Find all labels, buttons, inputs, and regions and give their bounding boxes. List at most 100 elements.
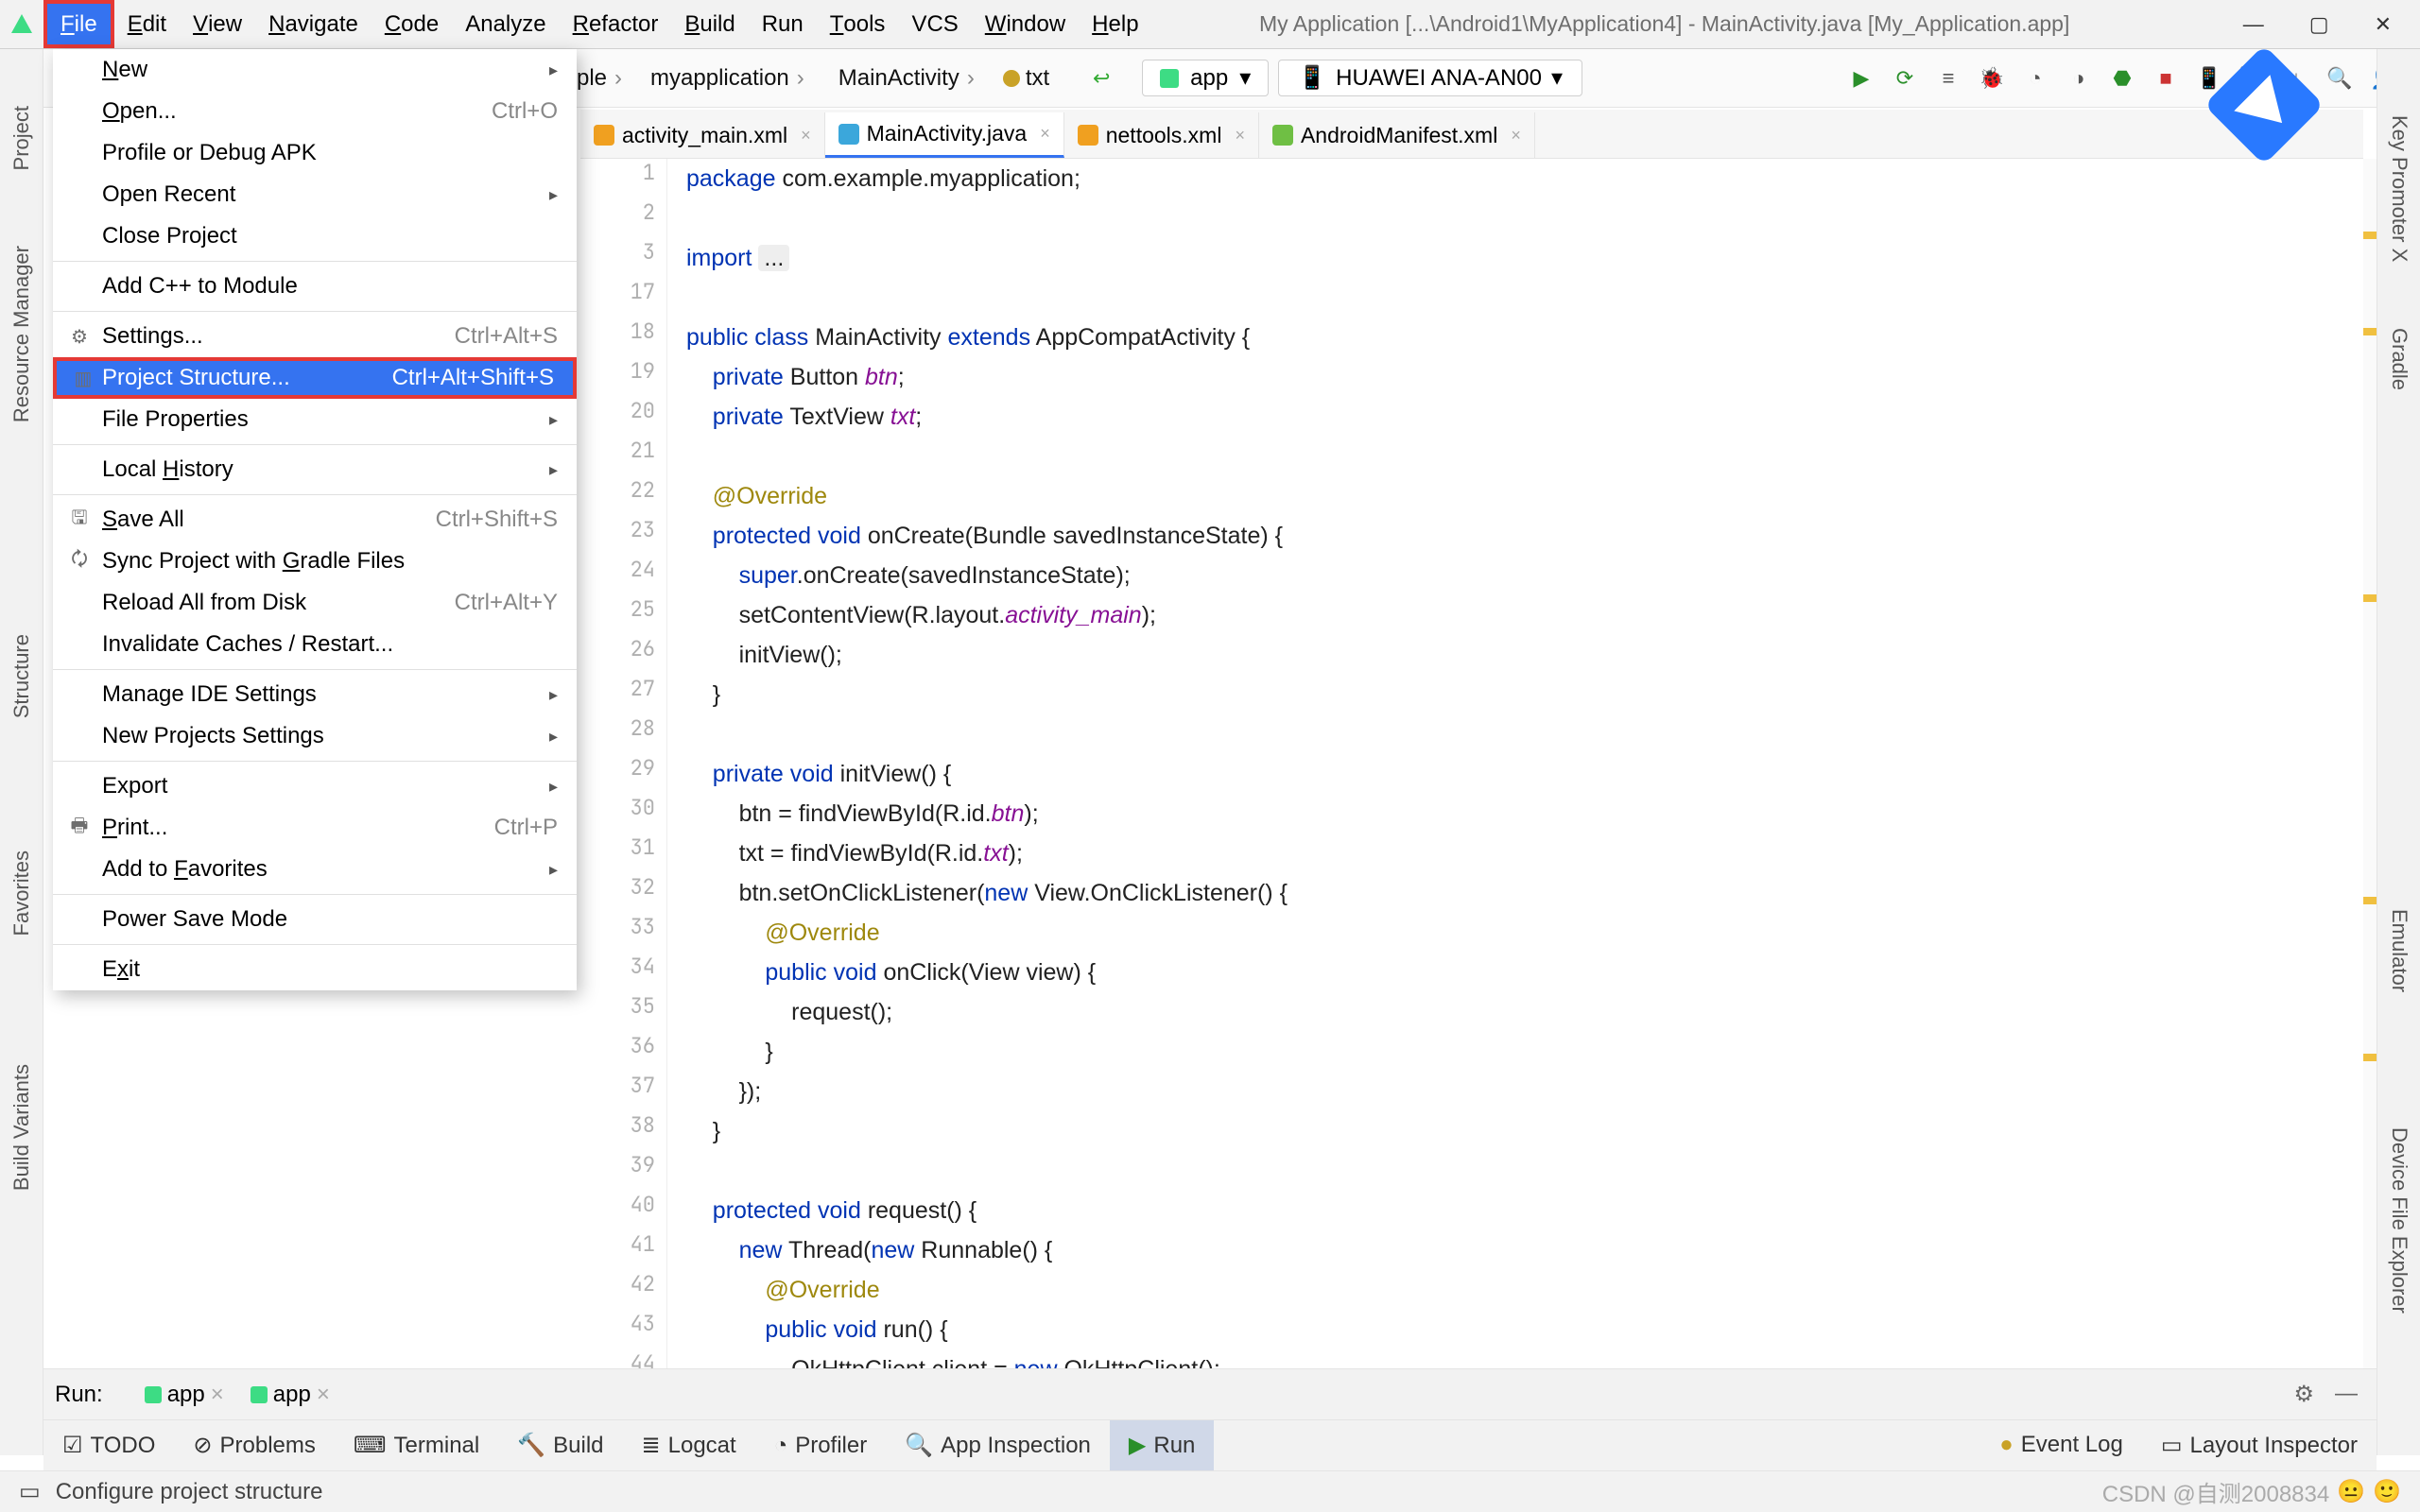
- breadcrumb-item[interactable]: myapplication: [641, 63, 816, 94]
- code-line[interactable]: public void onClick(View view) {: [686, 953, 1096, 992]
- attach-icon[interactable]: ⬣: [2108, 64, 2136, 93]
- file-menu-settings-[interactable]: ⚙Settings...Ctrl+Alt+S: [53, 316, 577, 357]
- close-icon[interactable]: ×: [1229, 126, 1245, 146]
- profile-icon[interactable]: ◔: [2021, 64, 2049, 93]
- debug-icon[interactable]: 🐞: [1978, 64, 2006, 93]
- code-line[interactable]: public class MainActivity extends AppCom…: [686, 318, 1250, 357]
- line-number[interactable]: 20: [631, 397, 655, 424]
- line-number[interactable]: 35: [631, 992, 655, 1020]
- tool-app-inspection[interactable]: 🔍App Inspection: [886, 1420, 1110, 1470]
- close-icon[interactable]: ✕: [2375, 12, 2392, 37]
- line-number[interactable]: 30: [631, 794, 655, 821]
- line-number[interactable]: 18: [631, 318, 655, 345]
- run-config-combo[interactable]: app▾: [1142, 60, 1269, 96]
- editor-tab[interactable]: activity_main.xml×: [580, 112, 825, 158]
- file-menu-export[interactable]: Export▸: [53, 765, 577, 807]
- apply-changes-icon[interactable]: ⟳: [1891, 64, 1919, 93]
- editor-tab[interactable]: nettools.xml×: [1064, 112, 1259, 158]
- file-menu-local-history[interactable]: Local History▸: [53, 449, 577, 490]
- maximize-icon[interactable]: ▢: [2309, 12, 2329, 37]
- close-icon[interactable]: ×: [317, 1382, 330, 1408]
- file-menu-close-project[interactable]: Close Project: [53, 215, 577, 257]
- apply-code-icon[interactable]: ≡: [1934, 64, 1962, 93]
- code-line[interactable]: private TextView txt;: [686, 397, 922, 437]
- line-number[interactable]: 38: [631, 1111, 655, 1139]
- menu-build[interactable]: Build: [671, 0, 748, 48]
- editor-tab[interactable]: MainActivity.java×: [825, 112, 1064, 158]
- menu-view[interactable]: View: [180, 0, 255, 48]
- code-line[interactable]: private void initView() {: [686, 754, 951, 794]
- menu-analyze[interactable]: Analyze: [452, 0, 559, 48]
- line-number[interactable]: 37: [631, 1072, 655, 1099]
- code-line[interactable]: }: [686, 675, 720, 714]
- code-line[interactable]: package com.example.myapplication;: [686, 159, 1080, 198]
- tool-event-log[interactable]: ●Event Log: [1980, 1432, 2142, 1458]
- editor-tab[interactable]: AndroidManifest.xml×: [1259, 112, 1535, 158]
- tool-problems[interactable]: ⊘Problems: [174, 1420, 334, 1470]
- file-menu-open-[interactable]: Open...Ctrl+O: [53, 91, 577, 132]
- line-number[interactable]: 39: [631, 1151, 655, 1178]
- code-line[interactable]: btn.setOnClickListener(new View.OnClickL…: [686, 873, 1288, 913]
- breadcrumb-item[interactable]: txt: [994, 63, 1059, 94]
- code-line[interactable]: protected void onCreate(Bundle savedInst…: [686, 516, 1283, 556]
- device-combo[interactable]: 📱 HUAWEI ANA-AN00▾: [1278, 60, 1582, 96]
- file-menu-new[interactable]: New▸: [53, 49, 577, 91]
- code-line[interactable]: }: [686, 1032, 773, 1072]
- tool-emulator[interactable]: Emulator: [2377, 890, 2420, 1011]
- file-menu-exit[interactable]: Exit: [53, 949, 577, 990]
- run-icon[interactable]: ▶: [1847, 64, 1876, 93]
- code-line[interactable]: }: [686, 1111, 720, 1151]
- file-menu-print-[interactable]: 🖶Print...Ctrl+P: [53, 807, 577, 849]
- code-line[interactable]: txt = findViewById(R.id.txt);: [686, 833, 1023, 873]
- code-line[interactable]: request();: [686, 992, 892, 1032]
- hide-icon[interactable]: —: [2335, 1381, 2358, 1408]
- code-line[interactable]: import ...: [686, 238, 789, 278]
- menu-code[interactable]: Code: [372, 0, 452, 48]
- menu-run[interactable]: Run: [749, 0, 817, 48]
- file-menu-add-to-favorites[interactable]: Add to Favorites▸: [53, 849, 577, 890]
- code-line[interactable]: @Override: [686, 1270, 880, 1310]
- code-line[interactable]: super.onCreate(savedInstanceState);: [686, 556, 1131, 595]
- line-number[interactable]: 19: [631, 357, 655, 385]
- line-number[interactable]: 25: [631, 595, 655, 623]
- menu-window[interactable]: Window: [972, 0, 1079, 48]
- menu-edit[interactable]: Edit: [114, 0, 180, 48]
- file-menu-manage-ide-settings[interactable]: Manage IDE Settings▸: [53, 674, 577, 715]
- breadcrumb-item[interactable]: ple: [567, 63, 633, 94]
- minimize-icon[interactable]: —: [2243, 12, 2264, 37]
- line-number[interactable]: 33: [631, 913, 655, 940]
- line-number[interactable]: 42: [631, 1270, 655, 1297]
- tool-gradle[interactable]: Gradle: [2377, 309, 2420, 409]
- tool-project[interactable]: Project: [0, 87, 43, 189]
- search-icon[interactable]: 🔍: [2325, 64, 2354, 93]
- run-tab[interactable]: app×: [237, 1382, 343, 1408]
- menu-help[interactable]: Help: [1079, 0, 1151, 48]
- menu-file[interactable]: File: [43, 0, 114, 48]
- back-icon[interactable]: ↩: [1087, 64, 1115, 93]
- tool-logcat[interactable]: ≣Logcat: [623, 1420, 755, 1470]
- code-line[interactable]: });: [686, 1072, 761, 1111]
- close-icon[interactable]: ×: [1505, 126, 1521, 146]
- line-number[interactable]: 27: [631, 675, 655, 702]
- code-line[interactable]: setContentView(R.layout.activity_main);: [686, 595, 1156, 635]
- code-line[interactable]: initView();: [686, 635, 842, 675]
- line-number[interactable]: 2: [643, 198, 655, 226]
- tool-key-promoter[interactable]: Key Promoter X: [2377, 96, 2420, 281]
- code-line[interactable]: btn = findViewById(R.id.btn);: [686, 794, 1039, 833]
- tool-device-explorer[interactable]: Device File Explorer: [2377, 1108, 2420, 1332]
- line-number[interactable]: 3: [643, 238, 655, 266]
- tool-layout-inspector[interactable]: ▭Layout Inspector: [2142, 1432, 2377, 1459]
- error-stripe[interactable]: [2363, 159, 2377, 1368]
- line-number[interactable]: 1: [643, 159, 655, 186]
- line-number[interactable]: 26: [631, 635, 655, 662]
- coverage-icon[interactable]: ◑: [2065, 64, 2093, 93]
- file-menu-project-structure-[interactable]: ▥Project Structure...Ctrl+Alt+Shift+S: [53, 357, 577, 399]
- stop-icon[interactable]: ■: [2152, 64, 2180, 93]
- tool-build[interactable]: 🔨Build: [498, 1420, 622, 1470]
- file-menu-save-all[interactable]: 🖫Save AllCtrl+Shift+S: [53, 499, 577, 541]
- line-number[interactable]: 40: [631, 1191, 655, 1218]
- editor[interactable]: package com.example.myapplication; import…: [686, 159, 2363, 1406]
- tool-profiler[interactable]: ◔Profiler: [755, 1420, 887, 1470]
- line-number[interactable]: 29: [631, 754, 655, 782]
- file-menu-profile-or-debug-apk[interactable]: Profile or Debug APK: [53, 132, 577, 174]
